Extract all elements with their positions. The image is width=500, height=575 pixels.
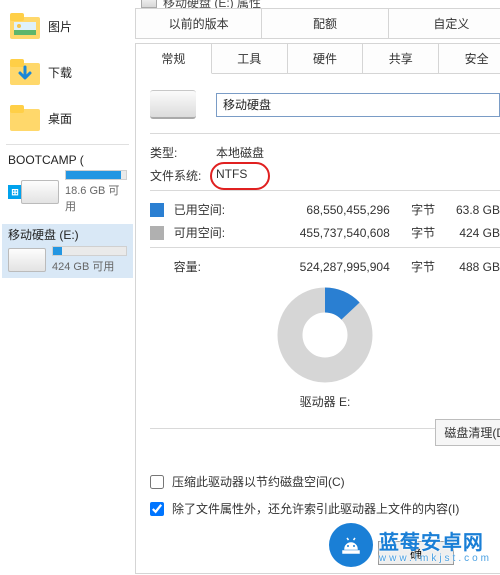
free-label: 可用空间:: [174, 224, 243, 241]
sidebar-divider: [6, 144, 129, 145]
disk-icon: [21, 180, 59, 204]
capacity-label: 容量:: [174, 258, 243, 275]
type-label: 类型:: [150, 144, 216, 161]
tab-tools[interactable]: 工具: [212, 43, 288, 74]
separator: [150, 133, 500, 134]
type-value: 本地磁盘: [216, 144, 264, 161]
free-human: 424 GB: [441, 226, 500, 240]
drive-subtext: 18.6 GB 可用: [65, 182, 127, 214]
general-panel: 类型:本地磁盘 文件系统: NTFS 已用空间: 68,550,455,296 …: [135, 74, 500, 574]
disk-icon: [141, 0, 157, 8]
tab-security[interactable]: 安全: [439, 43, 500, 74]
used-unit: 字节: [396, 201, 435, 218]
downloads-icon: [8, 56, 42, 88]
capacity-human: 488 GB: [441, 260, 500, 274]
capacity-unit: 字节: [396, 258, 435, 275]
capacity-bytes: 524,287,995,904: [242, 260, 389, 274]
sidebar-item-label: 桌面: [48, 110, 72, 127]
filesystem-label: 文件系统:: [150, 167, 216, 184]
pictures-icon: [8, 10, 42, 42]
drive-title: BOOTCAMP (: [8, 153, 127, 167]
disk-cleanup-button[interactable]: 磁盘清理(D): [435, 419, 500, 446]
properties-dialog: 移动硬盘 (E:) 属性 以前的版本 配额 自定义 常规 工具 硬件 共享 安全…: [135, 0, 500, 575]
tab-quota[interactable]: 配额: [262, 8, 388, 39]
filesystem-value: NTFS: [216, 167, 247, 184]
compress-checkbox-row[interactable]: 压缩此驱动器以节约磁盘空间(C): [150, 473, 500, 490]
tab-hardware[interactable]: 硬件: [288, 43, 364, 74]
tab-custom[interactable]: 自定义: [389, 8, 500, 39]
tab-sharing[interactable]: 共享: [363, 43, 439, 74]
compress-label: 压缩此驱动器以节约磁盘空间(C): [172, 473, 345, 490]
desktop-icon: [8, 102, 42, 134]
sidebar-item-label: 下载: [48, 64, 72, 81]
sidebar-item-label: 图片: [48, 18, 72, 35]
index-checkbox-row[interactable]: 除了文件属性外，还允许索引此驱动器上文件的内容(I): [150, 500, 500, 517]
free-color-swatch: [150, 226, 164, 240]
compress-checkbox[interactable]: [150, 475, 164, 489]
sidebar-drive-bootcamp[interactable]: BOOTCAMP ( ⊞ 18.6 GB 可用: [2, 151, 133, 218]
free-bytes: 455,737,540,608: [243, 226, 390, 240]
large-disk-icon: [150, 90, 196, 119]
used-human: 63.8 GB: [441, 203, 500, 217]
separator: [150, 190, 500, 191]
tab-previous-versions[interactable]: 以前的版本: [136, 8, 262, 39]
tab-row-bottom: 常规 工具 硬件 共享 安全: [135, 43, 500, 74]
free-unit: 字节: [396, 224, 435, 241]
explorer-sidebar: 图片 下载 桌面 BOOTCAMP ( ⊞ 18.6 GB 可用 移动硬盘 (E…: [0, 0, 135, 575]
sidebar-drive-mobile[interactable]: 移动硬盘 (E:) 424 GB 可用: [2, 224, 133, 278]
windows-icon: ⊞: [8, 185, 22, 199]
volume-name-input[interactable]: [216, 93, 500, 117]
usage-bar: [52, 246, 127, 256]
index-label: 除了文件属性外，还允许索引此驱动器上文件的内容(I): [172, 500, 459, 517]
separator: [150, 247, 500, 248]
sidebar-item-desktop[interactable]: 桌面: [8, 98, 127, 138]
usage-donut-chart: [275, 285, 375, 385]
usage-bar: [65, 170, 127, 180]
drive-subtext: 424 GB 可用: [52, 258, 127, 274]
ok-button[interactable]: 确: [378, 541, 454, 565]
used-label: 已用空间:: [174, 201, 243, 218]
used-bytes: 68,550,455,296: [243, 203, 390, 217]
used-color-swatch: [150, 203, 164, 217]
drive-letter-label: 驱动器 E:: [150, 393, 500, 410]
tab-general[interactable]: 常规: [136, 43, 212, 74]
index-checkbox[interactable]: [150, 502, 164, 516]
sidebar-item-pictures[interactable]: 图片: [8, 6, 127, 46]
sidebar-item-downloads[interactable]: 下载: [8, 52, 127, 92]
dialog-title-bar: 移动硬盘 (E:) 属性: [135, 0, 500, 4]
disk-icon: [8, 248, 46, 272]
tab-row-top: 以前的版本 配额 自定义: [135, 8, 500, 39]
drive-title: 移动硬盘 (E:): [8, 226, 127, 243]
